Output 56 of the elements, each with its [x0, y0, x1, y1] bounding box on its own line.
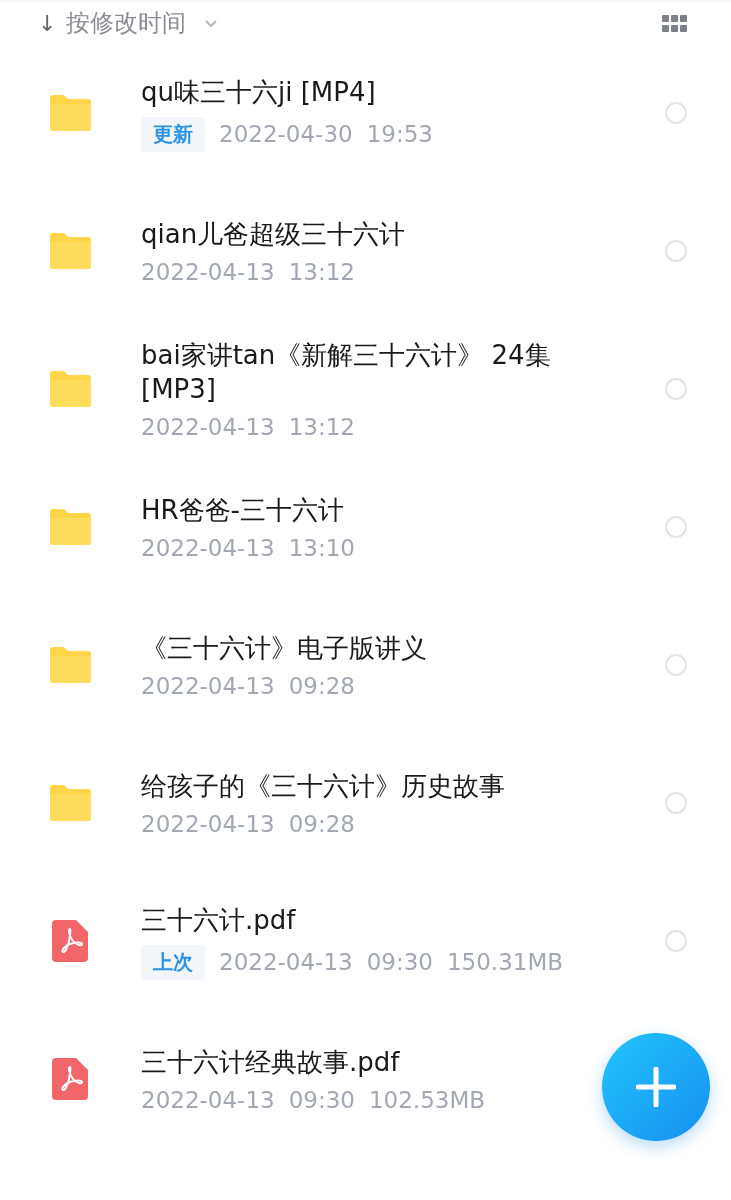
modified-date: 2022-04-13: [141, 811, 275, 837]
modified-date: 2022-04-13: [141, 535, 275, 561]
folder-icon: [48, 370, 92, 408]
folder-icon: [48, 94, 92, 132]
file-name: bai家讲tan《新解三十六计》 24集 [MP3]: [141, 339, 552, 406]
file-name: 三十六计经典故事.pdf: [141, 1046, 401, 1079]
file-list-item[interactable]: qian儿爸超级三十六计 2022-04-13 13:12: [0, 182, 731, 320]
select-checkbox[interactable]: [665, 240, 687, 262]
modified-time: 09:28: [288, 811, 355, 837]
pdf-file-icon: [52, 920, 88, 962]
status-tag: 上次: [141, 944, 205, 980]
file-list-item[interactable]: 给孩子的《三十六计》历史故事 2022-04-13 09:28: [0, 734, 731, 872]
pdf-file-icon: [52, 1058, 88, 1100]
status-tag: 更新: [141, 116, 205, 152]
select-checkbox[interactable]: [665, 516, 687, 538]
grid-view-icon[interactable]: [662, 14, 687, 32]
file-list-item[interactable]: bai家讲tan《新解三十六计》 24集 [MP3] 2022-04-13 13:12: [0, 320, 731, 458]
modified-time: 13:12: [288, 259, 355, 285]
folder-icon: [48, 646, 92, 684]
modified-time: 19:53: [366, 121, 433, 147]
folder-icon: [48, 232, 92, 270]
modified-time: 09:30: [288, 1087, 355, 1113]
file-list-item[interactable]: HR爸爸-三十六计 2022-04-13 13:10: [0, 458, 731, 596]
file-list-item[interactable]: 三十六计经典故事.pdf 2022-04-13 09:30 102.53MB: [0, 1010, 731, 1148]
file-name: qu味三十六ji [MP4]: [141, 75, 377, 109]
select-checkbox[interactable]: [665, 102, 687, 124]
modified-date: 2022-04-13: [219, 949, 353, 975]
select-checkbox[interactable]: [665, 654, 687, 676]
modified-date: 2022-04-13: [141, 259, 275, 285]
file-size: 150.31MB: [446, 949, 564, 975]
file-list-item[interactable]: 《三十六计》电子版讲义 2022-04-13 09:28: [0, 596, 731, 734]
select-checkbox[interactable]: [665, 792, 687, 814]
modified-date: 2022-04-13: [141, 673, 275, 699]
file-name: qian儿爸超级三十六计: [141, 218, 407, 251]
file-name: 给孩子的《三十六计》历史故事: [141, 770, 506, 803]
modified-date: 2022-04-13: [141, 1087, 275, 1113]
modified-time: 09:30: [366, 949, 433, 975]
modified-date: 2022-04-13: [141, 414, 275, 440]
modified-time: 13:10: [288, 535, 355, 561]
modified-date: 2022-04-30: [219, 121, 353, 147]
file-name: 《三十六计》电子版讲义: [141, 632, 428, 665]
caret-icon[interactable]: [204, 18, 219, 28]
file-list-item[interactable]: qu味三十六ji [MP4] 更新 2022-04-30 19:53: [0, 44, 731, 182]
select-checkbox[interactable]: [665, 378, 687, 400]
modified-time: 09:28: [288, 673, 355, 699]
folder-icon: [48, 508, 92, 546]
file-list-item[interactable]: 三十六计.pdf 上次 2022-04-13 09:30 150.31MB: [0, 872, 731, 1010]
plus-icon: [636, 1067, 676, 1107]
sort-direction-arrow[interactable]: ↓: [38, 10, 57, 36]
file-name: 三十六计.pdf: [141, 903, 297, 937]
modified-time: 13:12: [288, 414, 355, 440]
file-name: HR爸爸-三十六计: [141, 494, 345, 527]
folder-icon: [48, 784, 92, 822]
select-checkbox[interactable]: [665, 930, 687, 952]
add-button[interactable]: [602, 1033, 710, 1141]
file-size: 102.53MB: [368, 1087, 486, 1113]
